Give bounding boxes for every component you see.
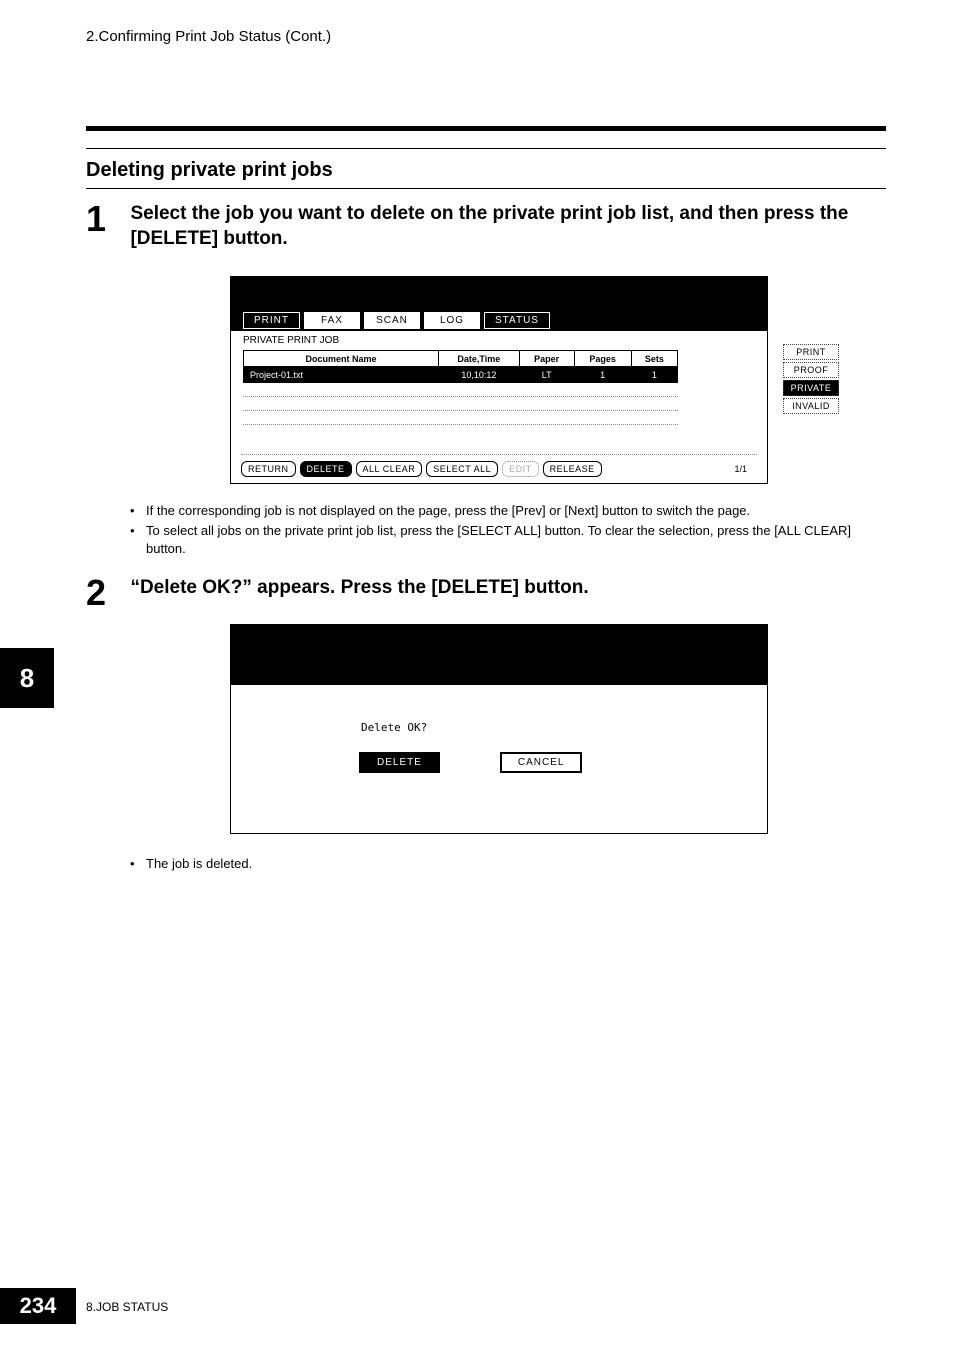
job-table: Document Name Date,Time Paper Pages Sets… (243, 350, 678, 383)
side-private-button[interactable]: PRIVATE (783, 380, 839, 396)
section-title: Deleting private print jobs (86, 159, 886, 188)
tab-status[interactable]: STATUS (484, 312, 550, 329)
release-button[interactable]: RELEASE (543, 461, 602, 477)
tab-scan[interactable]: SCAN (364, 312, 420, 329)
col-pages: Pages (574, 351, 631, 367)
select-all-button[interactable]: SELECT ALL (426, 461, 498, 477)
chapter-tab: 8 (0, 648, 54, 708)
return-button[interactable]: RETURN (241, 461, 296, 477)
cell-docname: Project-01.txt (244, 367, 439, 383)
step-text-1: Select the job you want to delete on the… (130, 198, 870, 251)
footer-chapter-label: 8.JOB STATUS (86, 1300, 168, 1314)
cell-datetime: 10,10:12 (439, 367, 520, 383)
page-number: 234 (0, 1288, 76, 1324)
col-paper: Paper (519, 351, 574, 367)
step-number-2: 2 (86, 572, 126, 614)
note-item: The job is deleted. (128, 855, 886, 873)
cancel-button[interactable]: CANCEL (500, 752, 583, 773)
horizontal-rule (86, 126, 886, 131)
table-header-row: Document Name Date,Time Paper Pages Sets (244, 351, 678, 367)
delete-button[interactable]: DELETE (300, 461, 352, 477)
step-text-2: “Delete OK?” appears. Press the [DELETE]… (130, 572, 870, 601)
edit-button[interactable]: EDIT (502, 461, 539, 477)
col-sets: Sets (631, 351, 677, 367)
step-number-1: 1 (86, 198, 126, 240)
tab-fax[interactable]: FAX (304, 312, 360, 329)
cell-pages: 1 (574, 367, 631, 383)
col-docname: Document Name (244, 351, 439, 367)
cell-paper: LT (519, 367, 574, 383)
list-title: PRIVATE PRINT JOB (231, 331, 767, 350)
empty-row (243, 383, 678, 397)
tab-log[interactable]: LOG (424, 312, 480, 329)
empty-row (243, 397, 678, 411)
tab-print[interactable]: PRINT (243, 312, 300, 329)
note-item: To select all jobs on the private print … (128, 522, 886, 558)
all-clear-button[interactable]: ALL CLEAR (356, 461, 423, 477)
page-indicator: 1/1 (734, 464, 747, 474)
header-breadcrumb: 2.Confirming Print Job Status (Cont.) (86, 28, 331, 45)
side-print-button[interactable]: PRINT (783, 344, 839, 360)
col-datetime: Date,Time (439, 351, 520, 367)
private-print-screenshot: PRINT FAX SCAN LOG STATUS PRIVATE PRINT … (230, 276, 768, 484)
table-row[interactable]: Project-01.txt 10,10:12 LT 1 1 (244, 367, 678, 383)
delete-confirm-screenshot: Delete OK? DELETE CANCEL (230, 624, 768, 834)
empty-row (243, 411, 678, 425)
confirm-text: Delete OK? (361, 721, 767, 734)
shot-header-bar (231, 625, 767, 685)
confirm-delete-button[interactable]: DELETE (359, 752, 440, 773)
side-invalid-button[interactable]: INVALID (783, 398, 839, 414)
side-proof-button[interactable]: PROOF (783, 362, 839, 378)
cell-sets: 1 (631, 367, 677, 383)
note-item: If the corresponding job is not displaye… (128, 502, 886, 520)
